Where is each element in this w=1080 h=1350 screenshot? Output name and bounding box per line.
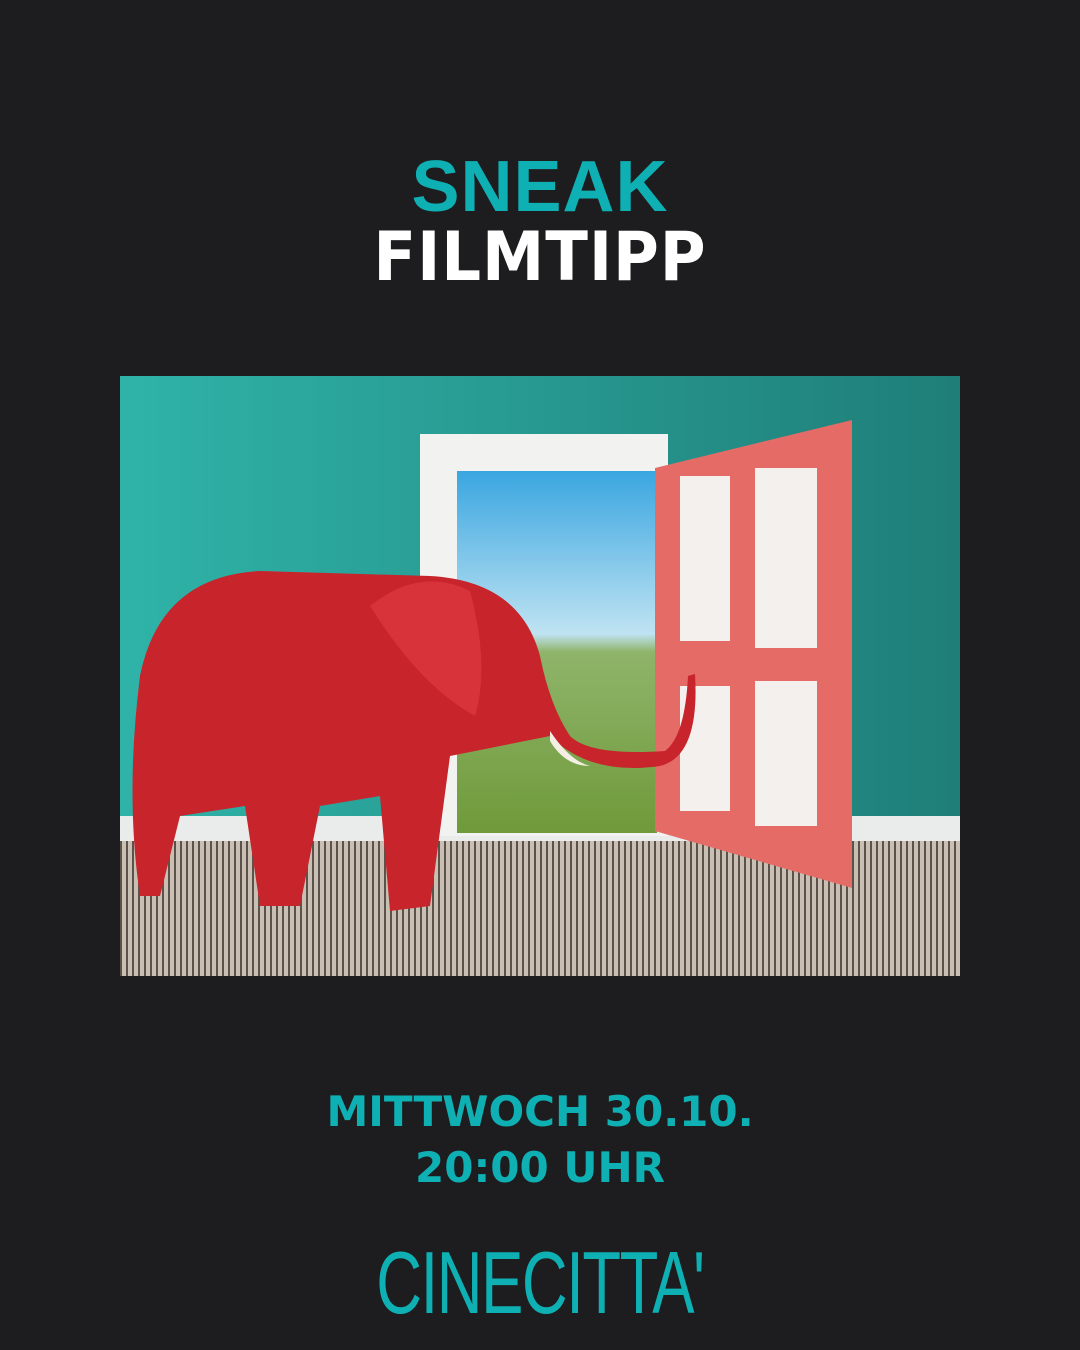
event-day-date: MITTWOCH 30.10. [326,1087,754,1136]
film-still-image [120,376,960,976]
event-date-time: MITTWOCH 30.10. 20:00 UHR [0,1084,1080,1196]
event-time: 20:00 UHR [415,1143,665,1192]
cinecitta-logo: CINECITTA' [376,1233,705,1332]
sneak-title: SNEAK [411,147,669,227]
filmtipp-title: FILMTIPP [373,218,707,297]
